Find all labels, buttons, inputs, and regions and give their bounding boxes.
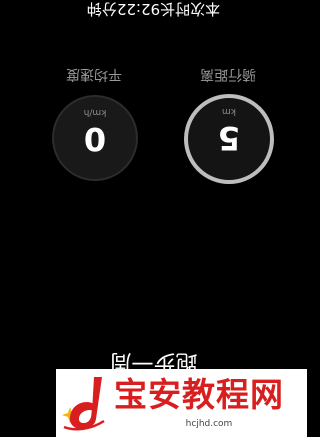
average-speed-value: 0	[83, 120, 107, 158]
session-duration-header: 本次时长92:22分钟	[86, 0, 221, 18]
watermark-title: 宝安教程网	[114, 375, 284, 414]
distance-unit: km	[222, 106, 236, 116]
d-logo-icon	[60, 375, 112, 431]
metric-label-average-speed: 平均速度	[66, 66, 122, 82]
watermark-url: hcjhd.com	[185, 419, 233, 429]
distance-gauge: km 5	[184, 94, 274, 184]
distance-value: 5	[217, 119, 241, 157]
average-speed-gauge: km/h 0	[52, 95, 138, 181]
average-speed-unit: km/h	[83, 107, 107, 117]
metric-label-distance: 骑行距离	[200, 66, 256, 82]
site-watermark: 宝安教程网 hcjhd.com	[56, 369, 307, 437]
